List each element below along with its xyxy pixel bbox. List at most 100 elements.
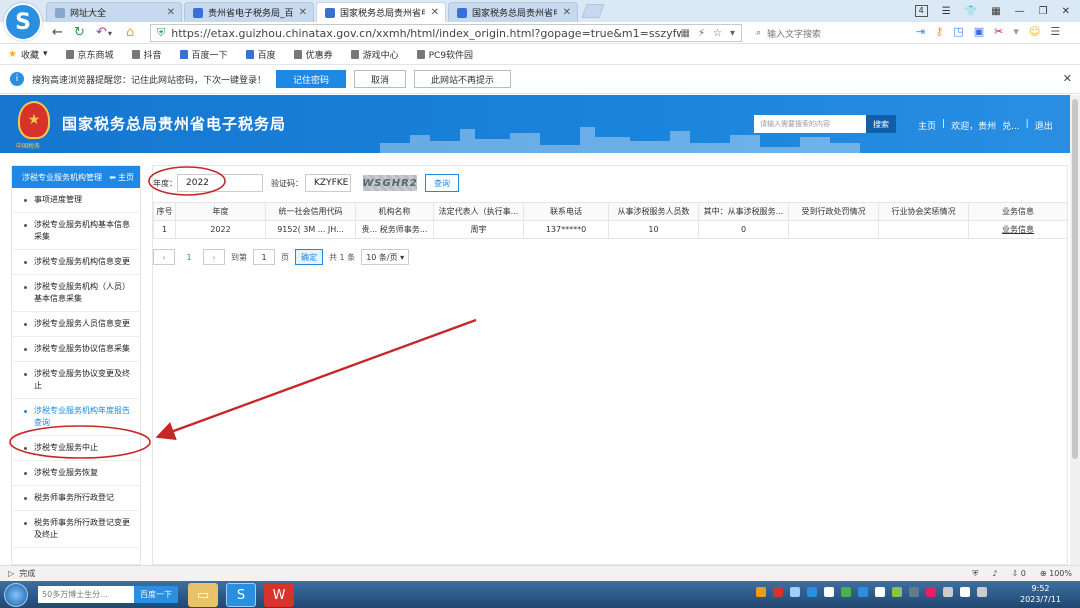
tray-icon[interactable]	[756, 587, 766, 597]
tray-icon[interactable]	[977, 587, 987, 597]
maximize-icon[interactable]: ❐	[1039, 6, 1048, 17]
minimize-icon[interactable]: —	[1015, 6, 1025, 17]
close-icon[interactable]: ✕	[563, 7, 571, 18]
tray-icon[interactable]	[892, 587, 902, 597]
extension-icon[interactable]: ⇥	[916, 25, 925, 38]
smile-icon[interactable]: ☺	[1029, 25, 1040, 38]
sidebar-item-personnel-change[interactable]: 涉税专业服务人员信息变更	[12, 312, 140, 337]
tab-2[interactable]: 贵州省电子税务局_百度 ✕	[184, 2, 314, 22]
bookmark-item[interactable]: PC9软件园	[416, 48, 473, 61]
tray-icon[interactable]	[807, 587, 817, 597]
bookmark-item[interactable]: 游戏中心	[350, 48, 399, 61]
tray-icon[interactable]	[858, 587, 868, 597]
page-size-select[interactable]: 10 条/页 ▾	[361, 249, 410, 265]
tray-icon[interactable]	[841, 587, 851, 597]
key-icon[interactable]: ⚷	[935, 25, 943, 38]
close-window-icon[interactable]: ✕	[1062, 6, 1070, 17]
bookmark-favorites[interactable]: ★ 收藏 ▾	[8, 48, 48, 61]
sidebar-item-agreement-change[interactable]: 涉税专业服务协议变更及终止	[12, 362, 140, 399]
chevron-down-icon[interactable]: ▾	[1013, 25, 1019, 38]
bookmark-item[interactable]: 抖音	[131, 48, 162, 61]
refresh-icon[interactable]: ↻	[74, 25, 85, 40]
shield-icon[interactable]: ⛨	[972, 569, 978, 579]
menu-icon[interactable]: ☰	[942, 6, 951, 17]
sidebar-item-service-suspend[interactable]: 涉税专业服务中止	[12, 436, 140, 461]
file-explorer-icon[interactable]: ▭	[188, 583, 218, 607]
business-info-link[interactable]: 业务信息	[1002, 225, 1034, 234]
sidebar-item-org-info-change[interactable]: 涉税专业服务机构信息变更	[12, 250, 140, 275]
goto-confirm-button[interactable]: 确定	[295, 249, 323, 265]
browser-search[interactable]: ⌕ 输入文字搜索	[756, 24, 916, 42]
query-button[interactable]: 查询	[425, 174, 459, 192]
never-prompt-button[interactable]: 此网站不再提示	[414, 70, 512, 88]
tab-count-badge[interactable]: 4	[914, 5, 928, 17]
tray-icon[interactable]	[875, 587, 885, 597]
tab-4[interactable]: 国家税务总局贵州省电子 ✕	[448, 2, 578, 22]
sogou-browser-logo[interactable]: S	[4, 3, 42, 41]
logout-link[interactable]: 退出	[1035, 119, 1053, 132]
star-icon[interactable]: ☆	[713, 28, 722, 39]
sidebar-item-annual-report-query[interactable]: 涉税专业服务机构年度报告查询	[12, 399, 140, 436]
wps-icon[interactable]: W	[264, 583, 294, 607]
year-input[interactable]: 2022	[177, 174, 263, 192]
chevron-down-icon[interactable]: ▾	[108, 29, 112, 38]
prev-page-button[interactable]: ‹	[153, 249, 175, 265]
more-icon[interactable]: ☰	[1050, 25, 1060, 38]
qr-icon[interactable]: ▦	[681, 28, 690, 39]
sogou-browser-taskbar-icon[interactable]: S	[226, 583, 256, 607]
home-icon[interactable]: ⌂	[126, 25, 134, 40]
tab-1[interactable]: 网址大全 ✕	[46, 2, 182, 22]
site-search-button[interactable]: 搜索	[866, 115, 896, 133]
sidebar-item-agreement-collect[interactable]: 涉税专业服务协议信息采集	[12, 337, 140, 362]
download-icon[interactable]: ⇩ 0	[1012, 569, 1026, 579]
bookmark-item[interactable]: 优惠券	[293, 48, 333, 61]
tray-icon[interactable]	[943, 587, 953, 597]
sidebar-home-link[interactable]: ⬅ 主页	[109, 172, 134, 183]
page-scrollbar[interactable]	[1070, 95, 1080, 565]
skin-icon[interactable]: 👕	[965, 6, 977, 17]
undo-icon[interactable]: ↶	[96, 25, 107, 40]
sound-icon[interactable]: ♪	[992, 569, 997, 579]
close-icon[interactable]: ✕	[167, 7, 175, 18]
captcha-input[interactable]: KZYFKE	[305, 174, 351, 192]
remember-password-button[interactable]: 记住密码	[276, 70, 347, 88]
current-page[interactable]: 1	[181, 253, 197, 262]
sidebar-item-personnel-collect[interactable]: 涉税专业服务机构（人员）基本信息采集	[12, 275, 140, 312]
window-icon[interactable]: ▣	[974, 25, 984, 38]
back-icon[interactable]: ←	[52, 25, 63, 40]
sidebar-item-progress[interactable]: 事项进度管理	[12, 188, 140, 213]
taskbar-search-button[interactable]: 百度一下	[134, 586, 178, 603]
next-page-button[interactable]: ›	[203, 249, 225, 265]
url-field[interactable]: ⛨ https://etax.guizhou.chinatax.gov.cn/x…	[150, 24, 742, 42]
bookmark-item[interactable]: 百度	[245, 48, 276, 61]
tray-icon[interactable]	[773, 587, 783, 597]
cancel-button[interactable]: 取消	[354, 70, 407, 88]
tab-3-active[interactable]: 国家税务总局贵州省电子 ✕	[316, 2, 446, 22]
sidebar-item-org-info-collect[interactable]: 涉税专业服务机构基本信息采集	[12, 213, 140, 250]
tray-icon[interactable]	[960, 587, 970, 597]
start-button[interactable]	[4, 583, 28, 607]
goto-page-input[interactable]: 1	[253, 249, 275, 265]
grid-icon[interactable]: ▦	[991, 6, 1000, 17]
home-link[interactable]: 主页	[918, 119, 936, 132]
tray-icon[interactable]	[909, 587, 919, 597]
sidebar-item-firm-registration[interactable]: 税务师事务所行政登记	[12, 486, 140, 511]
tray-icon[interactable]	[790, 587, 800, 597]
sidebar-item-firm-registration-change[interactable]: 税务师事务所行政登记变更及终止	[12, 511, 140, 548]
screenshot-icon[interactable]: ◳	[953, 25, 963, 38]
tray-icon[interactable]	[824, 587, 834, 597]
lightning-icon[interactable]: ⚡	[698, 28, 705, 39]
sidebar-item-service-resume[interactable]: 涉税专业服务恢复	[12, 461, 140, 486]
new-tab-button[interactable]	[581, 4, 605, 18]
close-icon[interactable]: ✕	[431, 7, 439, 18]
close-icon[interactable]: ✕	[1063, 72, 1072, 85]
scissors-icon[interactable]: ✂	[994, 25, 1003, 38]
zoom-level[interactable]: ⊕ 100%	[1040, 569, 1072, 579]
site-search-input[interactable]: 请输入需要搜索的内容	[754, 115, 868, 133]
tray-icon[interactable]	[926, 587, 936, 597]
chevron-down-icon[interactable]: ▾	[730, 28, 735, 39]
taskbar-search-input[interactable]: 50多万博士生分...	[38, 586, 134, 603]
bookmark-item[interactable]: 百度一下	[179, 48, 228, 61]
scrollbar-thumb[interactable]	[1072, 99, 1078, 459]
bookmark-item[interactable]: 京东商城	[65, 48, 114, 61]
